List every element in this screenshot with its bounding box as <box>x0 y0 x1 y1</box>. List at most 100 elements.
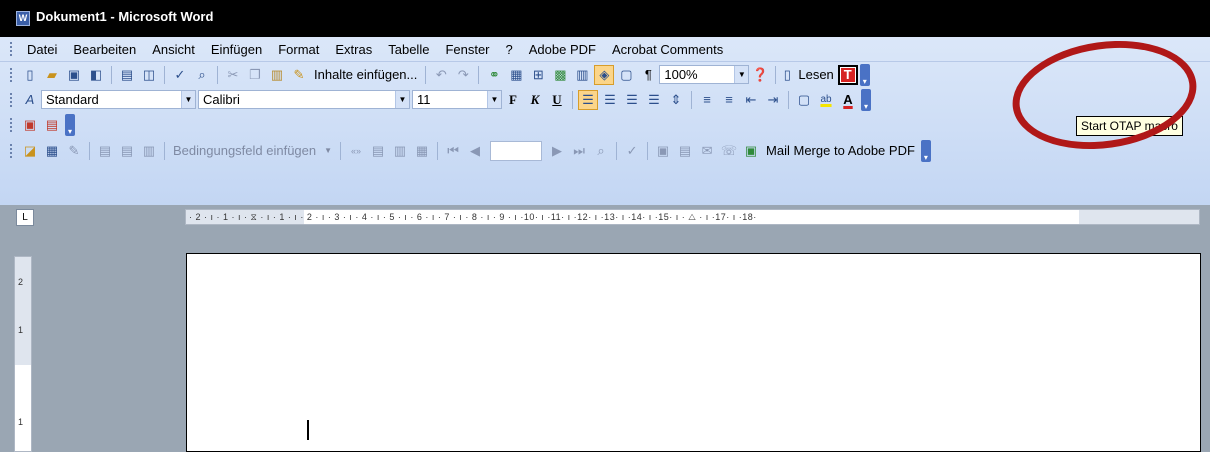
open-data-source-icon[interactable]: ▦ <box>42 141 62 161</box>
paste-special-button[interactable]: Inhalte einfügen... <box>310 67 421 82</box>
convert-to-pdf-icon[interactable]: ▣ <box>20 115 40 135</box>
line-spacing-icon[interactable]: ⇕ <box>666 90 686 110</box>
record-number-input[interactable] <box>490 140 543 161</box>
styles-formatting-icon[interactable]: A <box>20 90 40 110</box>
menu-einfuegen[interactable]: Einfügen <box>203 42 270 57</box>
propagate-labels-icon[interactable]: ▦ <box>412 141 432 161</box>
increase-indent-icon[interactable]: ⇥ <box>763 90 783 110</box>
toolbar-grip[interactable] <box>10 92 14 107</box>
font-size-combo[interactable]: 11 ▼ <box>412 90 502 109</box>
print-preview-icon[interactable]: ◫ <box>139 65 159 85</box>
merge-to-document-icon[interactable]: ▣ <box>653 141 673 161</box>
align-center-icon[interactable]: ☰ <box>600 90 620 110</box>
recipients-icon[interactable]: ✎ <box>64 141 84 161</box>
toolbar-grip[interactable] <box>10 143 14 158</box>
numbering-icon[interactable]: ≡ <box>697 90 717 110</box>
insert-greeting-icon[interactable]: ▤ <box>117 141 137 161</box>
menubar-grip[interactable] <box>10 42 14 56</box>
menu-format[interactable]: Format <box>270 42 327 57</box>
undo-icon[interactable]: ↶ <box>431 65 451 85</box>
convert-email-pdf-icon[interactable]: ▤ <box>42 115 62 135</box>
menu-ansicht[interactable]: Ansicht <box>144 42 203 57</box>
align-left-icon[interactable]: ☰ <box>578 89 598 110</box>
hyperlink-icon[interactable]: ⚭ <box>484 65 504 85</box>
menu-datei[interactable]: Datei <box>19 42 65 57</box>
menu-fenster[interactable]: Fenster <box>437 42 497 57</box>
format-painter-icon[interactable]: ✎ <box>289 65 309 85</box>
word-doc-icon[interactable]: W <box>16 11 30 26</box>
pilcrow-icon[interactable]: ¶ <box>638 65 658 85</box>
insert-fields-icon[interactable]: ▥ <box>139 141 159 161</box>
underline-button[interactable]: U <box>547 90 567 110</box>
menu-extras[interactable]: Extras <box>327 42 380 57</box>
zoom-combo[interactable]: 100% ▼ <box>659 65 750 84</box>
toolbar-options-icon[interactable]: ▾ <box>861 88 871 111</box>
paste-icon[interactable]: ▥ <box>267 65 287 85</box>
merge-to-fax-icon[interactable]: ☏ <box>719 141 739 161</box>
menu-tabelle[interactable]: Tabelle <box>380 42 437 57</box>
cut-icon[interactable]: ✂ <box>223 65 243 85</box>
mail-merge-to-adobe-pdf-button[interactable]: Mail Merge to Adobe PDF <box>762 143 919 158</box>
copy-icon[interactable]: ❐ <box>245 65 265 85</box>
mail-merge-pdf-icon[interactable]: ▣ <box>741 141 761 161</box>
menu-adobe-pdf[interactable]: Adobe PDF <box>521 42 604 57</box>
justify-icon[interactable]: ☰ <box>644 90 664 110</box>
dropdown-arrow-icon[interactable]: ▼ <box>734 66 749 83</box>
view-merged-data-icon[interactable]: «» <box>346 141 366 161</box>
align-right-icon[interactable]: ☰ <box>622 90 642 110</box>
columns-icon[interactable]: ▥ <box>572 65 592 85</box>
permission-icon[interactable]: ◧ <box>86 65 106 85</box>
tab-selector-button[interactable]: L <box>16 209 34 226</box>
document-page[interactable] <box>186 253 1201 452</box>
style-combo[interactable]: Standard ▼ <box>41 90 196 109</box>
font-color-icon[interactable]: A <box>838 90 858 110</box>
tables-borders-icon[interactable]: ▦ <box>506 65 526 85</box>
font-combo[interactable]: Calibri ▼ <box>198 90 410 109</box>
redo-icon[interactable]: ↷ <box>453 65 473 85</box>
read-button[interactable]: Lesen <box>794 67 837 82</box>
research-icon[interactable]: ⌕ <box>192 65 212 85</box>
menu-acrobat-comments[interactable]: Acrobat Comments <box>604 42 731 57</box>
read-mode-icon[interactable]: ▯ <box>781 65 793 85</box>
insert-table-icon[interactable]: ⊞ <box>528 65 548 85</box>
dropdown-arrow-icon[interactable]: ▼ <box>181 91 195 108</box>
drawing-icon[interactable]: ◈ <box>594 64 615 85</box>
dropdown-arrow-icon[interactable]: ▼ <box>395 91 409 108</box>
italic-button[interactable]: K <box>525 90 545 110</box>
check-errors-icon[interactable]: ✓ <box>622 141 642 161</box>
insert-excel-icon[interactable]: ▩ <box>550 65 570 85</box>
previous-record-icon[interactable]: ◀ <box>465 141 485 161</box>
first-record-icon[interactable]: ⏮ <box>443 141 463 161</box>
new-document-icon[interactable]: ▯ <box>20 65 40 85</box>
next-record-icon[interactable]: ▶ <box>547 141 567 161</box>
merge-to-printer-icon[interactable]: ▤ <box>675 141 695 161</box>
start-macro-button[interactable]: T <box>837 64 858 85</box>
menu-help[interactable]: ? <box>498 42 521 57</box>
vertical-ruler[interactable]: 2 1 1 <box>14 256 32 452</box>
insert-address-icon[interactable]: ▤ <box>95 141 115 161</box>
insert-condition-field-button[interactable]: Bedingungsfeld einfügen <box>169 143 320 158</box>
highlight-icon[interactable]: ab <box>816 90 836 110</box>
decrease-indent-icon[interactable]: ⇤ <box>741 90 761 110</box>
dropdown-arrow-icon[interactable]: ▼ <box>320 146 336 155</box>
document-map-icon[interactable]: ▢ <box>616 65 636 85</box>
merge-to-email-icon[interactable]: ✉ <box>697 141 717 161</box>
toolbar-options-icon[interactable]: ▾ <box>920 139 931 162</box>
toolbar-grip[interactable] <box>10 117 14 132</box>
border-icon[interactable]: ▢ <box>794 90 814 110</box>
bullets-icon[interactable]: ≡ <box>719 90 739 110</box>
spelling-icon[interactable]: ✓ <box>170 65 190 85</box>
save-icon[interactable]: ▣ <box>64 65 84 85</box>
help-icon[interactable]: ❓ <box>750 65 770 85</box>
toolbar-options-icon[interactable]: ▾ <box>65 113 75 136</box>
print-icon[interactable]: ▤ <box>117 65 137 85</box>
dropdown-arrow-icon[interactable]: ▼ <box>487 91 501 108</box>
last-record-icon[interactable]: ⏭ <box>569 141 589 161</box>
menu-bearbeiten[interactable]: Bearbeiten <box>65 42 144 57</box>
open-folder-icon[interactable]: ▰ <box>42 65 62 85</box>
find-entry-icon[interactable]: ⌕ <box>591 141 611 161</box>
horizontal-ruler[interactable]: · 2 · ı · 1 · ı · ⧖ · ı · 1 · ı · 2 · ı … <box>185 209 1200 225</box>
main-document-setup-icon[interactable]: ◪ <box>20 141 40 161</box>
match-fields-icon[interactable]: ▥ <box>390 141 410 161</box>
highlight-fields-icon[interactable]: ▤ <box>368 141 388 161</box>
